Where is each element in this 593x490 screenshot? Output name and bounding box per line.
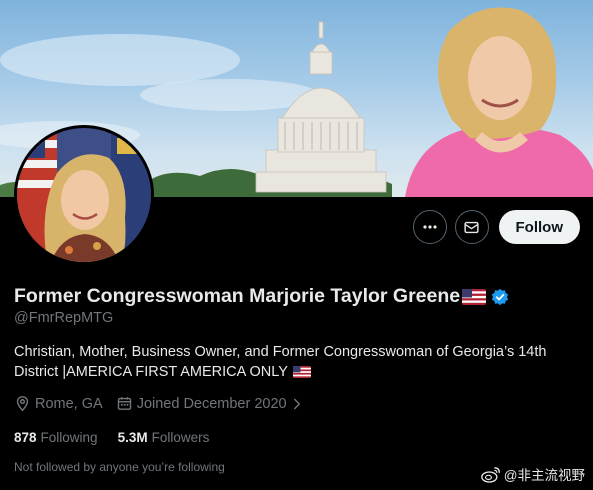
profile-counts: 878 Following 5.3M Followers bbox=[14, 430, 229, 445]
profile-actions: Follow bbox=[412, 210, 580, 244]
envelope-icon bbox=[464, 221, 479, 233]
profile-avatar[interactable] bbox=[14, 125, 154, 265]
profile-handle: @FmrRepMTG bbox=[14, 310, 114, 326]
more-icon bbox=[422, 225, 437, 229]
watermark-text: @非主流视野 bbox=[503, 468, 585, 483]
more-options-button[interactable] bbox=[412, 210, 447, 244]
chevron-right-icon[interactable] bbox=[290, 397, 304, 411]
follow-button[interactable]: Follow bbox=[498, 210, 580, 244]
location-text: Rome, GA bbox=[35, 395, 103, 412]
bio-line-2-row: District |AMERICA FIRST AMERICA ONLY bbox=[14, 362, 586, 382]
profile-meta: Rome, GA Joined December 2020 bbox=[14, 395, 321, 412]
us-flag-icon bbox=[292, 366, 311, 378]
profile-joined: Joined December 2020 bbox=[116, 395, 308, 412]
following-label: Following bbox=[40, 430, 98, 445]
following-count: 878 bbox=[14, 430, 37, 445]
profile-location: Rome, GA bbox=[14, 395, 103, 412]
verified-badge-icon[interactable] bbox=[491, 288, 509, 306]
followers-label: Followers bbox=[151, 430, 210, 445]
bio-line: District |AMERICA FIRST AMERICA ONLY bbox=[14, 364, 288, 380]
weibo-icon bbox=[480, 466, 500, 483]
profile-bio: Christian, Mother, Business Owner, and F… bbox=[14, 342, 586, 382]
message-button[interactable] bbox=[454, 210, 489, 244]
us-flag-icon bbox=[462, 288, 487, 305]
display-name: Former Congresswoman Marjorie Taylor Gre… bbox=[14, 285, 461, 307]
not-followed-notice: Not followed by anyone you’re following bbox=[14, 460, 225, 474]
bio-line: Christian, Mother, Business Owner, and F… bbox=[14, 344, 547, 360]
profile-name-row: Former Congresswoman Marjorie Taylor Gre… bbox=[14, 285, 509, 308]
followers-count: 5.3M bbox=[117, 430, 148, 445]
followers-link[interactable]: 5.3M Followers bbox=[118, 430, 210, 445]
following-link[interactable]: 878 Following bbox=[14, 430, 98, 445]
location-pin-icon bbox=[16, 396, 29, 412]
joined-text: Joined December 2020 bbox=[136, 395, 287, 412]
watermark: @非主流视野 bbox=[480, 464, 585, 484]
calendar-icon bbox=[117, 397, 131, 410]
